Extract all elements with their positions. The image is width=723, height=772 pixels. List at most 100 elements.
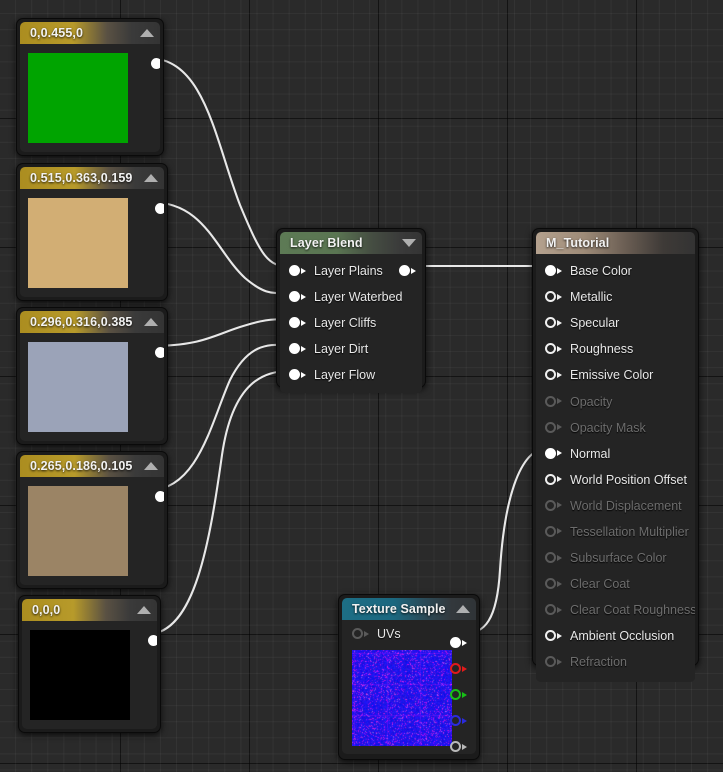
node-title: Texture Sample [352, 602, 446, 616]
input-pin-emissive-color[interactable]: Emissive Color [536, 362, 695, 388]
pin-glyph[interactable] [545, 291, 562, 303]
node-constant-dirt[interactable]: 0.265,0.186,0.105 [16, 451, 168, 589]
triangle-up-icon[interactable] [137, 606, 151, 614]
texture-preview-thumbnail [352, 650, 452, 746]
texture-noise [352, 650, 452, 746]
pin-glyph[interactable] [289, 291, 306, 303]
pin-label: Layer Dirt [314, 342, 368, 356]
output-pin-r[interactable] [450, 656, 467, 682]
input-pin-roughness[interactable]: Roughness [536, 336, 695, 362]
pin-label: Specular [570, 316, 619, 330]
input-pin-world-position-offset[interactable]: World Position Offset [536, 467, 695, 493]
pin-label: Clear Coat [570, 577, 630, 591]
wire-cliffs [150, 319, 290, 346]
pin-label: Metallic [570, 290, 612, 304]
pin-glyph[interactable] [352, 628, 369, 640]
input-pin-opacity: Opacity [536, 388, 695, 414]
node-header[interactable]: 0,0.455,0 [20, 22, 160, 44]
material-graph-canvas[interactable]: 0,0.455,0 0.515,0.363,0.159 0.296,0.316,… [0, 0, 723, 772]
input-pin-layer-cliffs[interactable]: Layer Cliffs [280, 310, 422, 336]
pin-glyph [545, 578, 562, 590]
input-pin-normal[interactable]: Normal [536, 441, 695, 467]
pin-glyph[interactable] [545, 474, 562, 486]
wire-flow [148, 371, 290, 634]
output-pin-b[interactable] [450, 708, 467, 734]
pin-label: World Position Offset [570, 473, 687, 487]
output-pin-rgb[interactable] [450, 630, 467, 656]
pin-glyph[interactable] [545, 448, 562, 460]
output-pin-g[interactable] [450, 682, 467, 708]
input-pin-ambient-occlusion[interactable]: Ambient Occlusion [536, 623, 695, 649]
node-header[interactable]: 0,0,0 [22, 599, 157, 621]
input-pin-metallic[interactable]: Metallic [536, 284, 695, 310]
node-texture-sample[interactable]: Texture Sample UVs [338, 594, 480, 760]
node-body: M_Tutorial Base Color Metallic Specular Rou… [536, 232, 695, 682]
node-body: 0.515,0.363,0.159 [20, 167, 164, 297]
wire-dirt [150, 345, 290, 490]
triangle-up-icon[interactable] [140, 29, 154, 37]
pin-label: UVs [377, 627, 401, 641]
pin-glyph[interactable] [545, 343, 562, 355]
input-pin-layer-waterbed[interactable]: Layer Waterbed [280, 284, 422, 310]
wire-waterbed [150, 202, 290, 293]
node-header[interactable]: 0.265,0.186,0.105 [20, 455, 164, 477]
node-header[interactable]: 0.296,0.316,0.385 [20, 311, 164, 333]
output-pin[interactable] [399, 265, 416, 277]
node-header[interactable]: Layer Blend [280, 232, 422, 254]
triangle-up-icon[interactable] [144, 318, 158, 326]
node-constant-waterbed[interactable]: 0.515,0.363,0.159 [16, 163, 168, 301]
node-body: 0.296,0.316,0.385 [20, 311, 164, 441]
node-constant-plains[interactable]: 0,0.455,0 [16, 18, 164, 156]
pin-label: Layer Plains [314, 264, 383, 278]
triangle-up-icon[interactable] [144, 462, 158, 470]
input-pin-layer-flow[interactable]: Layer Flow [280, 362, 422, 388]
pin-glyph [545, 500, 562, 512]
pin-label: Refraction [570, 655, 627, 669]
input-pin-layer-dirt[interactable]: Layer Dirt [280, 336, 422, 362]
node-title: 0,0,0 [32, 603, 60, 617]
pin-glyph[interactable] [545, 369, 562, 381]
input-pin-opacity-mask: Opacity Mask [536, 415, 695, 441]
node-material-output[interactable]: M_Tutorial Base Color Metallic Specular Rou… [532, 228, 699, 666]
pin-glyph[interactable] [545, 630, 562, 642]
output-pin-a[interactable] [450, 734, 467, 754]
input-pin-refraction: Refraction [536, 649, 695, 675]
node-preview-area [22, 621, 157, 729]
triangle-up-icon[interactable] [456, 605, 470, 613]
pin-label: Layer Waterbed [314, 290, 402, 304]
node-preview-area [20, 189, 164, 297]
node-title: 0,0.455,0 [30, 26, 83, 40]
pin-glyph[interactable] [289, 265, 306, 277]
node-preview-area [20, 477, 164, 585]
node-body: Texture Sample UVs [342, 598, 476, 754]
color-swatch [30, 630, 130, 720]
color-swatch [28, 53, 128, 143]
node-layer-blend[interactable]: Layer Blend Layer Plains Layer Waterbed … [276, 228, 426, 388]
node-title: 0.515,0.363,0.159 [30, 171, 133, 185]
pin-label: Layer Cliffs [314, 316, 376, 330]
pin-glyph [545, 422, 562, 434]
node-constant-cliffs[interactable]: 0.296,0.316,0.385 [16, 307, 168, 445]
node-header[interactable]: Texture Sample [342, 598, 476, 620]
node-header[interactable]: 0.515,0.363,0.159 [20, 167, 164, 189]
output-pin-group [450, 630, 467, 754]
node-title: 0.296,0.316,0.385 [30, 315, 133, 329]
input-pin-base-color[interactable]: Base Color [536, 258, 695, 284]
input-pin-world-displacement: World Displacement [536, 493, 695, 519]
input-pin-clear-coat-roughness: Clear Coat Roughness [536, 597, 695, 623]
node-title: Layer Blend [290, 236, 363, 250]
pin-glyph[interactable] [545, 265, 562, 277]
triangle-down-icon[interactable] [402, 239, 416, 247]
pin-glyph[interactable] [545, 317, 562, 329]
input-pin-layer-plains[interactable]: Layer Plains [280, 258, 422, 284]
node-constant-flow[interactable]: 0,0,0 [18, 595, 161, 733]
node-header[interactable]: M_Tutorial [536, 232, 695, 254]
pin-glyph[interactable] [289, 343, 306, 355]
pin-label: Ambient Occlusion [570, 629, 674, 643]
node-body: 0.265,0.186,0.105 [20, 455, 164, 585]
pin-glyph[interactable] [289, 317, 306, 329]
pin-glyph[interactable] [289, 369, 306, 381]
input-pin-specular[interactable]: Specular [536, 310, 695, 336]
triangle-up-icon[interactable] [144, 174, 158, 182]
node-preview-area [20, 333, 164, 441]
